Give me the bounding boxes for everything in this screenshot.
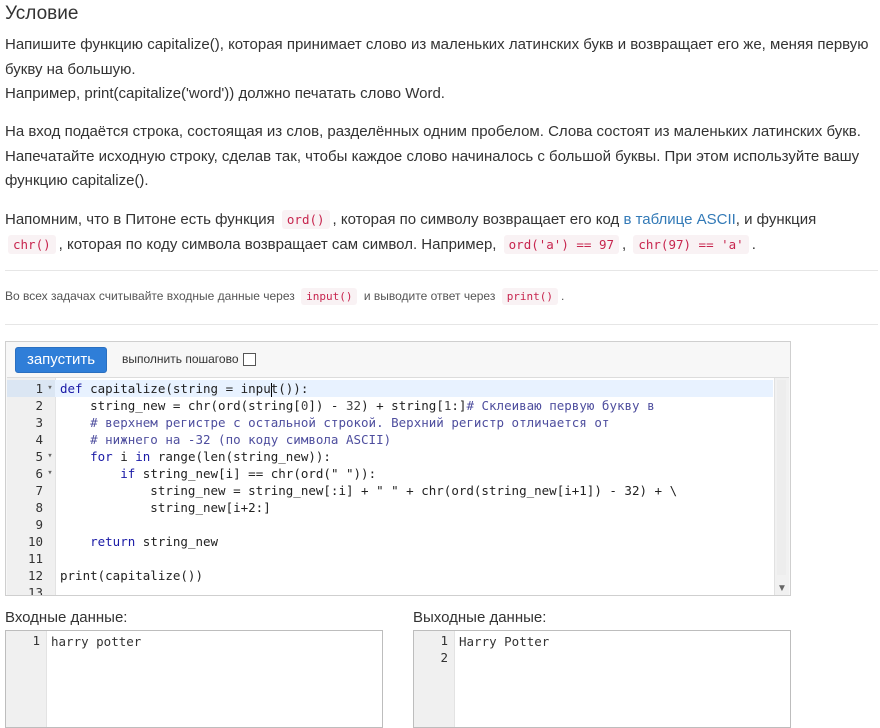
- inline-code-input: input(): [301, 288, 358, 305]
- task-paragraph-1-line-1: Напишите функцию capitalize(), которая п…: [5, 36, 869, 78]
- code-text: string_new[i] == chr(ord(" ")):: [135, 466, 377, 481]
- editor-scrollbar[interactable]: ▼: [774, 378, 789, 595]
- line-number: 5: [35, 449, 43, 464]
- line-number: 8: [35, 500, 43, 515]
- code-text: capitalize(string = inpu: [82, 381, 271, 396]
- para3-text-2: , которая по символу возвращает его код: [332, 211, 620, 228]
- inline-code-chr-example: chr(97) == 'a': [633, 234, 749, 254]
- code-text: string_new = chr(ord(string[: [60, 398, 301, 413]
- inline-code-chr: chr(): [8, 234, 56, 254]
- line-number: 1: [35, 381, 43, 396]
- input-label: Входные данные:: [5, 609, 128, 626]
- note-text-1: Во всех задачах считывайте входные данны…: [5, 289, 295, 303]
- line-number: 13: [27, 585, 43, 595]
- code-content: string_new[i+2:]: [60, 499, 271, 516]
- code-content: for i in range(len(string_new)):: [60, 448, 331, 465]
- io-note: Во всех задачах считывайте входные данны…: [5, 288, 565, 305]
- code-keyword-if: if: [120, 466, 136, 481]
- line-number: 4: [35, 432, 43, 447]
- code-text: ]) -: [308, 398, 346, 413]
- code-text: :]: [451, 398, 467, 413]
- code-number: 32: [346, 398, 362, 413]
- output-line-number: 2: [440, 650, 448, 665]
- para3-text-6: .: [751, 235, 756, 253]
- step-by-step-checkbox[interactable]: [242, 352, 256, 366]
- code-text: range(len(string_new)):: [150, 449, 331, 464]
- fold-arrow-icon[interactable]: ▾: [45, 380, 55, 397]
- output-line-number: 1: [440, 633, 448, 648]
- input-line-text: harry potter: [51, 634, 142, 649]
- scroll-down-icon[interactable]: ▼: [775, 583, 789, 594]
- task-paragraph-3: Напомним, что в Питоне есть функция ord(…: [5, 208, 875, 257]
- code-content: string_new = chr(ord(string[0]) - 32) + …: [60, 397, 655, 414]
- code-keyword-return: return: [90, 534, 136, 549]
- task-paragraph-1: Напишите функцию capitalize(), которая п…: [5, 33, 875, 107]
- code-comment: # Склеиваю первую букву в: [466, 398, 655, 413]
- output-editor[interactable]: 1 Harry Potter 2: [413, 630, 791, 728]
- code-text: string_new[i+2:]: [60, 500, 271, 515]
- code-comment: # нижнего на -32 (по коду символа ASCII): [60, 432, 392, 447]
- output-label: Выходные данные:: [413, 609, 547, 626]
- line-number: 9: [35, 517, 43, 532]
- task-paragraph-1-line-2: Например, print(capitalize('word')) долж…: [5, 85, 445, 102]
- code-keyword-def: def: [60, 381, 83, 396]
- line-number: 6: [35, 466, 43, 481]
- inline-code-ord: ord(): [281, 210, 330, 229]
- code-keyword-for: for: [90, 449, 113, 464]
- code-content: # нижнего на -32 (по коду символа ASCII): [60, 431, 391, 448]
- code-content: string_new = string_new[:i] + " " + chr(…: [60, 482, 677, 499]
- code-keyword-in: in: [135, 449, 151, 464]
- code-text: print(capitalize()): [60, 568, 203, 583]
- para3-text-4: , которая по коду символа возвращает сам…: [58, 235, 497, 253]
- fold-arrow-icon[interactable]: ▾: [45, 465, 55, 482]
- output-line-text: Harry Potter: [459, 634, 550, 649]
- task-title: Условие: [5, 3, 79, 24]
- para3-text-5: ,: [622, 235, 627, 253]
- para3-text-1: Напомним, что в Питоне есть функция: [5, 211, 275, 228]
- divider-top: [5, 270, 878, 271]
- run-button[interactable]: запустить: [15, 347, 107, 373]
- code-content: # верхнем регистре с остальной строкой. …: [60, 414, 609, 431]
- divider-bottom: [5, 324, 878, 325]
- code-content: def capitalize(string = input()):: [60, 380, 308, 397]
- input-line-number: 1: [32, 633, 40, 648]
- line-number: 3: [35, 415, 43, 430]
- code-editor[interactable]: 1 ▾ def capitalize(string = input()): 2 str…: [7, 377, 789, 595]
- line-number: 2: [35, 398, 43, 413]
- inline-code-print: print(): [501, 288, 559, 305]
- code-text: i: [112, 449, 136, 464]
- scrollbar-thumb[interactable]: [777, 380, 786, 575]
- ascii-table-link[interactable]: в таблице ASCII: [623, 211, 735, 228]
- code-text: string_new = string_new[:i] + " " + chr(…: [60, 483, 678, 498]
- line-number: 11: [27, 551, 43, 566]
- input-editor[interactable]: 1 harry potter: [5, 630, 383, 728]
- code-text: ) + string[: [361, 398, 444, 413]
- code-comment: # верхнем регистре с остальной строкой. …: [60, 415, 610, 430]
- code-text: t()):: [270, 381, 309, 396]
- code-content: return string_new: [60, 533, 218, 550]
- line-number: 10: [27, 534, 43, 549]
- code-content: print(capitalize()): [60, 567, 203, 584]
- para3-text-3: , и функция: [735, 211, 817, 228]
- line-number: 7: [35, 483, 43, 498]
- note-text-3: .: [561, 289, 565, 303]
- note-text-2: и выводите ответ через: [363, 289, 496, 303]
- line-number: 12: [27, 568, 43, 583]
- step-by-step-label: выполнить пошагово: [122, 352, 239, 366]
- code-content: if string_new[i] == chr(ord(" ")):: [60, 465, 376, 482]
- step-by-step-option[interactable]: выполнить пошагово: [122, 352, 256, 366]
- code-editor-panel: запустить выполнить пошагово 1 ▾ def capit…: [5, 341, 791, 596]
- inline-code-ord-example: ord('a') == 97: [503, 234, 619, 254]
- task-paragraph-2: На вход подаётся строка, состоящая из сл…: [5, 123, 861, 189]
- fold-arrow-icon[interactable]: ▾: [45, 448, 55, 465]
- code-text: string_new: [135, 534, 219, 549]
